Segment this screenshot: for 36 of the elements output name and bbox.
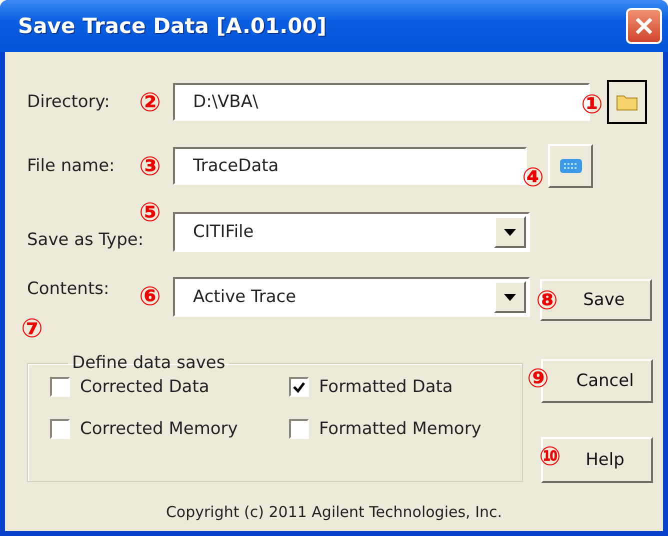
callout-number: ③ — [139, 154, 162, 180]
contents-dropdown[interactable]: Active Trace — [173, 277, 530, 317]
keyboard-icon — [558, 158, 582, 174]
window-title: Save Trace Data [A.01.00] — [18, 14, 326, 38]
callout-number: ② — [139, 90, 162, 116]
dropdown-value: CITIFile — [193, 222, 254, 242]
field-label: Contents: — [27, 279, 110, 299]
checkbox[interactable] — [289, 377, 309, 397]
folder-icon — [616, 93, 638, 111]
field-label: File name: — [27, 156, 115, 176]
checkbox[interactable] — [50, 377, 70, 397]
callout-number: ⑤ — [139, 200, 162, 226]
checkbox[interactable] — [50, 419, 70, 439]
dropdown-button[interactable] — [494, 281, 526, 313]
browse-button[interactable] — [607, 80, 647, 124]
check-icon — [293, 382, 305, 392]
checkbox[interactable] — [289, 419, 309, 439]
checkbox-label: Formatted Data — [319, 377, 453, 397]
callout-number: ⑦ — [21, 316, 44, 342]
close-button[interactable] — [626, 8, 662, 44]
caret-icon — [504, 294, 516, 300]
group-title: Define data saves — [71, 353, 226, 373]
caret-icon — [504, 228, 516, 236]
field-label: Save as Type: — [27, 230, 144, 250]
field-label: Directory: — [27, 92, 110, 112]
type-dropdown[interactable]: CITIFile — [173, 212, 530, 252]
callout-number: ⑥ — [139, 284, 162, 310]
checkbox-label: Corrected Data — [80, 377, 210, 397]
callout-number: ⑩ — [539, 444, 562, 470]
checkbox-label: Corrected Memory — [80, 419, 238, 439]
copyright-text: Copyright (c) 2011 Agilent Technologies, Inc. — [166, 503, 502, 521]
dropdown-value: Active Trace — [193, 287, 296, 307]
close-icon — [634, 16, 654, 36]
keyboard-button[interactable] — [548, 144, 593, 188]
dropdown-button[interactable] — [494, 216, 526, 248]
checkbox-label: Formatted Memory — [319, 419, 482, 439]
